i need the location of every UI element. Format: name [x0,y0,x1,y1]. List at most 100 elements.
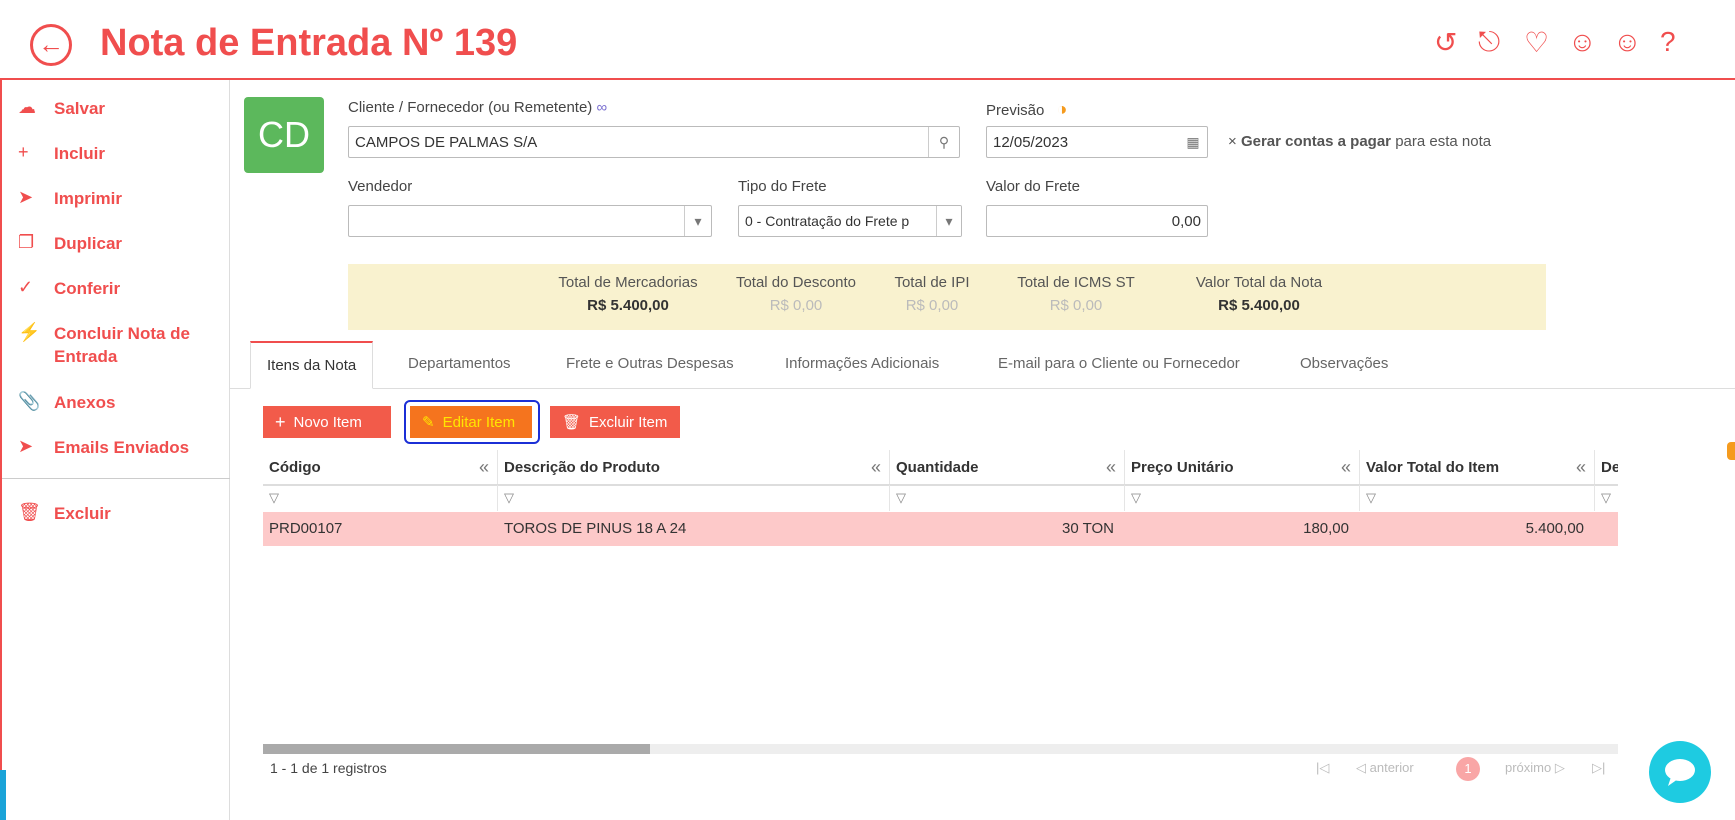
annotation-highlight [404,400,540,444]
trash-icon: 🗑 [18,502,41,522]
bolt-icon: ⚡ [18,322,41,342]
gerar-contas-link[interactable]: × Gerar contas a pagar para esta nota [1228,133,1491,150]
cell-codigo: PRD00107 [269,520,343,537]
items-grid: Código « Descrição do Produto « Quantidade… [263,450,1618,550]
collapse-icon[interactable]: « [479,457,489,478]
sidebar-item-concluir[interactable]: ⚡ Concluir Nota de Entrada [18,322,218,368]
sidebar-item-conferir[interactable]: ✓ Conferir [18,277,120,300]
tab-observacoes[interactable]: Observações [1300,355,1388,372]
cell-descricao: TOROS DE PINUS 18 A 24 [504,520,687,537]
heart-icon[interactable]: ♡ [1524,26,1549,59]
history-icon[interactable]: ↺ [1434,26,1457,59]
sidebar-item-imprimir[interactable]: ➤ Imprimir [18,187,122,210]
cloud-icon: ☁ [18,97,36,117]
page-title: Nota de Entrada Nº 139 [100,22,518,64]
collapse-icon[interactable]: « [1106,457,1116,478]
column-header-valor-total[interactable]: Valor Total do Item « [1360,450,1595,484]
previsao-label: Previsão ◑ [986,99,1068,119]
valor-total-nota: Valor Total da Nota R$ 5.400,00 [1195,274,1323,314]
filter-codigo[interactable]: ▽ [263,485,498,511]
column-header-preco-unitario[interactable]: Preço Unitário « [1125,450,1360,484]
tab-informacoes-adicionais[interactable]: Informações Adicionais [785,355,939,372]
chat-icon[interactable] [1649,741,1711,803]
sidebar-item-anexos[interactable]: 📎 Anexos [18,391,115,414]
back-arrow-icon[interactable]: ← [30,24,72,66]
half-circle-icon[interactable]: ◑ [1057,99,1068,119]
help-icon[interactable]: ? [1660,26,1676,58]
chevron-left-icon: ◁ [1356,760,1366,775]
tab-email-cliente-fornecedor[interactable]: E-mail para o Cliente ou Fornecedor [998,355,1240,372]
cell-valor-total: 5.400,00 [1525,520,1584,537]
smile-icon[interactable]: ☺ [1568,26,1597,58]
filter-icon: ▽ [1601,490,1611,505]
check-icon: ✓ [18,277,34,297]
filter-descricao[interactable]: ▽ [498,485,890,511]
chevron-right-icon: ▷ [1554,760,1565,775]
filter-preco-unitario[interactable]: ▽ [1125,485,1360,511]
vendedor-label: Vendedor [348,178,413,195]
paperclip-icon: 📎 [18,391,41,411]
collapse-icon[interactable]: « [1576,457,1586,478]
search-icon[interactable]: ⚲ [928,127,959,157]
previsao-date-input[interactable]: 12/05/2023 ▦ [986,126,1208,158]
filter-valor-total[interactable]: ▽ [1360,485,1595,511]
collapse-icon[interactable]: « [871,457,881,478]
filter-de[interactable]: ▽ [1595,485,1618,511]
filter-icon: ▽ [1131,490,1141,505]
tab-departamentos[interactable]: Departamentos [408,355,511,372]
sidebar-item-emails-enviados[interactable]: ➤ Emails Enviados [18,436,189,459]
trash-icon: 🗑 [562,414,582,431]
excluir-item-button[interactable]: 🗑 Excluir Item [550,406,680,438]
next-page-button[interactable]: próximo ▷ [1505,760,1565,776]
window-edge-decoration [0,770,6,820]
link-icon[interactable]: ∞ [596,99,607,116]
cliente-input[interactable]: CAMPOS DE PALMAS S/A ⚲ [348,126,960,158]
calendar-icon[interactable]: ▦ [1179,127,1207,157]
vendedor-select[interactable]: ▾ [348,205,712,237]
filter-icon: ▽ [1366,490,1376,505]
cliente-label: Cliente / Fornecedor (ou Remetente) ∞ [348,99,608,116]
column-header-codigo[interactable]: Código « [263,450,498,484]
last-page-icon[interactable]: ▷| [1592,760,1605,776]
sidebar-item-excluir[interactable]: 🗑 Excluir [18,502,111,525]
cell-quantidade: 30 TON [1062,520,1114,537]
total-desconto: Total do Desconto R$ 0,00 [735,274,857,314]
table-row[interactable]: PRD00107 TOROS DE PINUS 18 A 24 30 TON 1… [263,512,1618,546]
valor-frete-input[interactable]: 0,00 [986,205,1208,237]
first-page-icon[interactable]: |◁ [1316,760,1329,776]
plus-icon: + [275,411,286,432]
sidebar-item-incluir[interactable]: + Incluir [18,142,105,165]
filter-quantidade[interactable]: ▽ [890,485,1125,511]
tipo-frete-select[interactable]: 0 - Contratação do Frete p ▾ [738,205,962,237]
previous-page-button[interactable]: ◁ anterior [1356,760,1414,776]
column-header-descricao[interactable]: Descrição do Produto « [498,450,890,484]
copy-icon: ❐ [18,232,35,252]
send-icon: ➤ [18,436,34,456]
column-header-quantidade[interactable]: Quantidade « [890,450,1125,484]
filter-icon: ▽ [504,490,514,505]
filter-icon: ▽ [269,490,279,505]
collapse-icon[interactable]: « [1341,457,1351,478]
send-icon: ➤ [18,187,34,207]
side-panel-handle[interactable] [1727,442,1735,460]
chat-bubble-icon [1665,759,1695,786]
neutral-face-icon[interactable]: ☺ [1613,26,1642,58]
records-count: 1 - 1 de 1 registros [270,760,387,776]
cell-preco-unitario: 180,00 [1303,520,1349,537]
total-icms-st: Total de ICMS ST R$ 0,00 [1017,274,1135,314]
novo-item-button[interactable]: + Novo Item [263,406,391,438]
avatar: CD [244,97,324,173]
column-header-de[interactable]: De [1595,450,1618,484]
current-page[interactable]: 1 [1456,757,1480,781]
scrollbar-thumb[interactable] [263,744,650,754]
tab-itens-da-nota[interactable]: Itens da Nota [250,341,374,389]
chevron-down-icon[interactable]: ▾ [936,206,961,236]
totals-panel: Total de Mercadorias R$ 5.400,00 Total d… [348,264,1546,330]
sidebar-item-duplicar[interactable]: ❐ Duplicar [18,232,122,255]
tab-frete-outras-despesas[interactable]: Frete e Outras Despesas [566,355,734,372]
chevron-down-icon[interactable]: ▾ [684,206,711,236]
unlock-icon[interactable]: ⎋ [1478,26,1500,59]
sidebar-item-salvar[interactable]: ☁ Salvar [18,97,105,120]
sidebar-divider [2,478,230,479]
total-mercadorias: Total de Mercadorias R$ 5.400,00 [558,274,698,314]
